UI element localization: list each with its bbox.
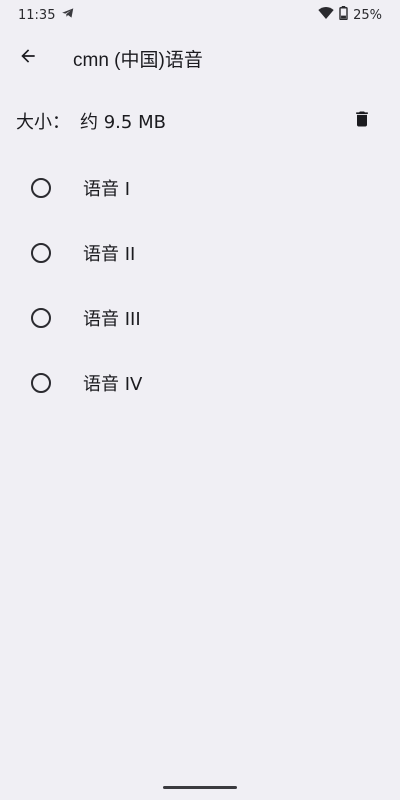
- voice-item-2[interactable]: 语音 II: [0, 220, 400, 285]
- status-bar: 11:35 25%: [0, 0, 400, 30]
- voice-item-1[interactable]: 语音 I: [0, 155, 400, 220]
- voice-label: 语音 I: [83, 178, 131, 200]
- size-value: 约 9.5 MB: [80, 112, 166, 133]
- screen: 11:35 25% cmn (中国)语音 大小： 约 9.5 MB 语音 I 语…: [0, 0, 400, 800]
- voice-list: 语音 I 语音 II 语音 III 语音 IV: [0, 155, 400, 415]
- voice-label: 语音 III: [83, 308, 141, 330]
- gesture-navigation-bar[interactable]: [163, 786, 237, 789]
- radio-button[interactable]: [31, 177, 51, 198]
- voice-label: 语音 II: [83, 243, 136, 265]
- status-time: 11:35: [18, 7, 56, 23]
- delete-button[interactable]: [342, 101, 382, 141]
- size-text: 大小： 约 9.5 MB: [16, 108, 166, 134]
- voice-item-4[interactable]: 语音 IV: [0, 350, 400, 415]
- voice-item-3[interactable]: 语音 III: [0, 285, 400, 350]
- size-label: 大小：: [16, 112, 70, 133]
- radio-button[interactable]: [31, 372, 51, 393]
- arrow-back-icon: [18, 46, 38, 70]
- wifi-icon: [318, 6, 334, 24]
- battery-icon: [339, 6, 348, 24]
- app-bar: cmn (中国)语音: [0, 30, 400, 86]
- radio-button[interactable]: [31, 242, 51, 263]
- size-row: 大小： 约 9.5 MB: [0, 98, 400, 144]
- telegram-icon: [61, 6, 75, 24]
- trash-icon: [352, 108, 372, 134]
- page-title: cmn (中国)语音: [73, 49, 203, 71]
- status-right: 25%: [318, 6, 382, 24]
- voice-label: 语音 IV: [83, 373, 143, 395]
- back-button[interactable]: [0, 30, 56, 86]
- battery-percent: 25%: [353, 7, 382, 23]
- status-left: 11:35: [18, 6, 75, 24]
- radio-button[interactable]: [31, 307, 51, 328]
